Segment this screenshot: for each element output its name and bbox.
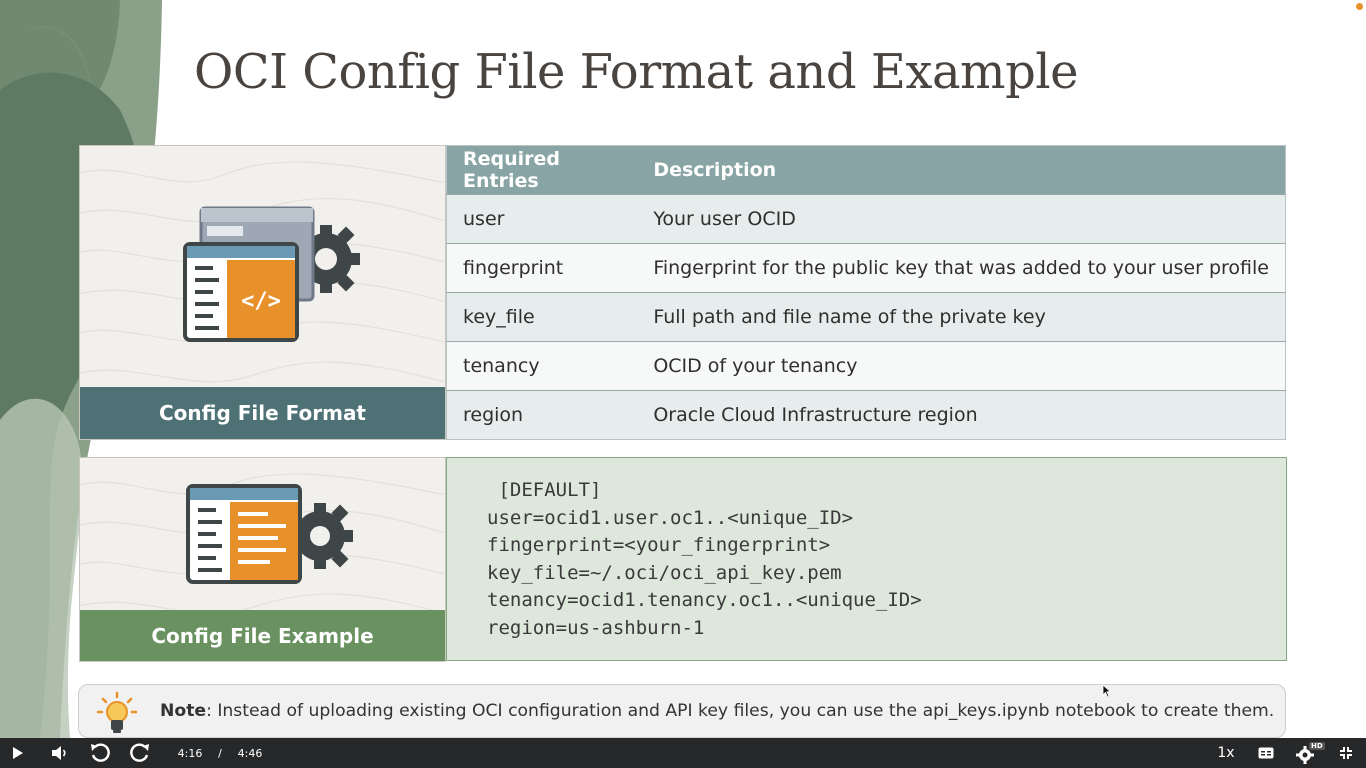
description-cell: OCID of your tenancy	[637, 341, 1286, 391]
settings-button[interactable]: HD	[1294, 742, 1326, 764]
playback-speed-button[interactable]: 1x	[1212, 744, 1240, 762]
column-header-description: Description	[637, 145, 1286, 195]
code-line: fingerprint=<your_fingerprint>	[487, 534, 831, 557]
play-icon	[13, 747, 23, 759]
progress-indicator	[1356, 3, 1363, 10]
description-cell: Fingerprint for the public key that was …	[637, 243, 1286, 293]
rewind-icon	[91, 743, 110, 762]
table-row: region Oracle Cloud Infrastructure regio…	[446, 390, 1286, 440]
captions-icon	[1258, 747, 1274, 759]
table-row: tenancy OCID of your tenancy	[446, 341, 1286, 391]
forward-icon	[130, 743, 149, 762]
code-line: key_file=~/.oci/oci_api_key.pem	[487, 561, 842, 584]
note-label: Note	[160, 701, 207, 721]
entry-cell: region	[446, 390, 638, 440]
table-row: fingerprint Fingerprint for the public k…	[446, 243, 1286, 293]
table-header-row: Required Entries Description	[446, 145, 1286, 195]
code-line: [DEFAULT]	[487, 479, 602, 501]
exit-fullscreen-icon	[1340, 747, 1352, 759]
mouse-cursor-icon	[1102, 684, 1112, 698]
entry-cell: tenancy	[446, 341, 638, 391]
volume-button[interactable]	[48, 744, 72, 762]
volume-icon	[52, 746, 66, 760]
required-entries-table: Required Entries Description user Your u…	[446, 145, 1286, 440]
code-line: user=ocid1.user.oc1..<unique_ID>	[487, 506, 854, 529]
description-cell: Full path and file name of the private k…	[637, 292, 1286, 342]
current-time: 4:16	[177, 746, 203, 760]
config-format-panel: </> Config File Format	[79, 145, 447, 440]
video-frame: OCI Config File Format and Example </> C…	[0, 0, 1366, 768]
slide-title: OCI Config File Format and Example	[194, 44, 1079, 100]
code-line: tenancy=ocid1.tenancy.oc1..<unique_ID>	[487, 589, 922, 612]
config-example-code: [DEFAULT] user=ocid1.user.oc1..<unique_I…	[446, 457, 1287, 661]
entry-cell: fingerprint	[446, 243, 638, 293]
document-gear-icon	[186, 484, 353, 584]
svg-text:</>: </>	[241, 289, 281, 314]
config-example-label: Config File Example	[80, 610, 445, 661]
play-button[interactable]	[8, 744, 28, 762]
code-line: region=us-ashburn-1	[487, 616, 705, 639]
column-header-entries: Required Entries	[446, 145, 638, 195]
hd-badge: HD	[1309, 742, 1325, 750]
video-controls-bar: 4:16 / 4:46 1x HD	[0, 738, 1366, 768]
captions-button[interactable]	[1256, 745, 1276, 761]
config-format-label: Config File Format	[80, 387, 445, 439]
exit-fullscreen-button[interactable]	[1336, 744, 1356, 762]
description-cell: Your user OCID	[637, 194, 1286, 244]
entry-cell: key_file	[446, 292, 638, 342]
note-body: : Instead of uploading existing OCI conf…	[206, 701, 1275, 721]
table-row: user Your user OCID	[446, 194, 1286, 244]
forward-button[interactable]	[128, 742, 152, 764]
entry-cell: user	[446, 194, 638, 244]
duration: 4:46	[237, 746, 263, 760]
note-text: Note: Instead of uploading existing OCI …	[160, 701, 1274, 721]
time-separator: /	[218, 746, 222, 760]
table-row: key_file Full path and file name of the …	[446, 292, 1286, 342]
description-cell: Oracle Cloud Infrastructure region	[637, 390, 1286, 440]
rewind-button[interactable]	[88, 742, 112, 764]
lightbulb-icon	[96, 691, 138, 733]
code-window-gear-icon: </>	[183, 206, 360, 342]
config-example-panel: Config File Example	[79, 457, 447, 662]
